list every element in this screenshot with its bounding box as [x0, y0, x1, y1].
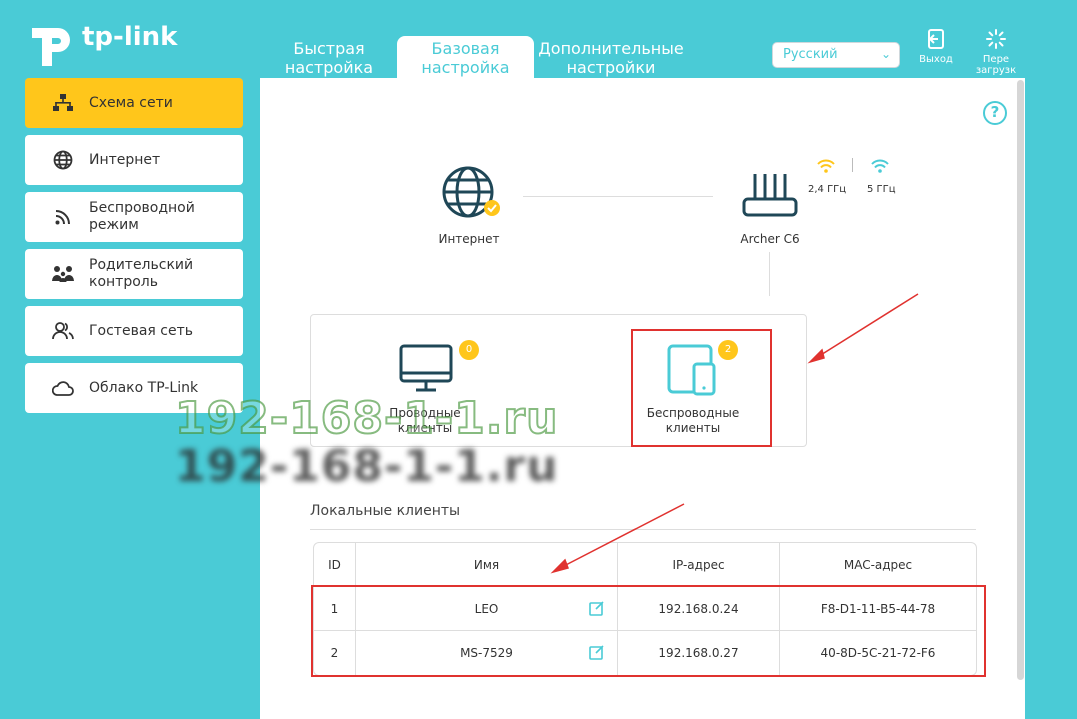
router-label: Archer C6 — [740, 232, 800, 246]
local-clients-title: Локальные клиенты — [310, 503, 461, 519]
tab-basic-setup-line1: Базовая — [431, 39, 500, 58]
tab-quick-setup[interactable]: Быстрая настройка — [278, 36, 380, 78]
connection-line — [769, 252, 770, 296]
column-header-mac: MAC-адрес — [780, 543, 976, 587]
column-header-name: Имя — [356, 543, 618, 587]
wifi-24-indicator — [816, 158, 836, 178]
sidebar-item-label: Беспроводной — [89, 200, 195, 216]
wifi-5-icon — [871, 159, 889, 173]
wifi-icon — [51, 205, 75, 229]
globe-icon — [442, 166, 500, 218]
sidebar-item-label: Схема сети — [89, 94, 173, 111]
band-5-label: 5 ГГц — [867, 184, 896, 195]
language-select[interactable]: Русский ⌄ — [772, 42, 900, 68]
sidebar-item-guest-network[interactable]: Гостевая сеть — [25, 306, 243, 356]
router-icon — [742, 174, 798, 217]
sidebar-item-label-group: Родительский контроль — [89, 257, 193, 291]
scrollbar[interactable] — [1017, 80, 1024, 680]
highlight-box-clients — [311, 585, 986, 677]
tab-advanced-setup[interactable]: Дополнительные настройки — [537, 36, 685, 78]
tp-link-logo: tp-link — [26, 16, 177, 68]
chevron-down-icon: ⌄ — [880, 47, 891, 61]
tab-basic-setup-line2: настройка — [421, 58, 510, 77]
highlight-box-wireless — [631, 329, 772, 447]
guests-icon — [51, 319, 75, 343]
sidebar-item-parental-control[interactable]: Родительский контроль — [25, 249, 243, 299]
sidebar-item-label: Родительский — [89, 257, 194, 273]
sidebar-item-network-map[interactable]: Схема сети — [25, 78, 243, 128]
cloud-icon — [51, 376, 75, 400]
sidebar-item-wireless[interactable]: Беспроводной режим — [25, 192, 243, 242]
sidebar-item-internet[interactable]: Интернет — [25, 135, 243, 185]
logo-text: tp-link — [82, 22, 178, 52]
watermark-shadow: 192-168-1-1.ru — [175, 441, 559, 492]
globe-icon — [51, 148, 75, 172]
band-divider — [852, 158, 853, 172]
watermark: 192-168-1-1.ru — [174, 392, 559, 445]
wired-clients-node[interactable] — [398, 343, 454, 397]
sidebar-item-label: Интернет — [89, 151, 161, 168]
internet-node[interactable] — [441, 166, 503, 224]
tp-link-logo-icon — [26, 16, 78, 68]
tab-quick-setup-line1: Быстрая — [293, 39, 365, 58]
sidebar-item-label: Гостевая сеть — [89, 322, 193, 339]
column-header-ip: IP-адрес — [618, 543, 780, 587]
connection-line — [523, 196, 713, 197]
language-value: Русский — [783, 47, 838, 62]
tab-quick-setup-line2: настройка — [284, 58, 374, 77]
monitor-icon — [399, 344, 453, 392]
wifi-24-icon — [817, 159, 835, 173]
help-icon[interactable]: ? — [983, 101, 1007, 125]
logout-icon — [928, 29, 944, 49]
reboot-icon — [986, 29, 1006, 49]
column-header-id: ID — [314, 543, 356, 587]
reboot-label-line2: загрузк — [975, 65, 1017, 76]
wifi-5-indicator — [870, 158, 890, 178]
internet-label: Интернет — [438, 232, 500, 246]
router-node[interactable] — [741, 172, 799, 222]
tab-advanced-setup-line2: настройки — [566, 58, 656, 77]
sidebar-item-label-line2: контроль — [89, 274, 158, 290]
tab-advanced-setup-line1: Дополнительные — [538, 39, 684, 58]
reboot-label-line1: Пере — [982, 54, 1010, 65]
logout-label: Выход — [919, 54, 953, 65]
section-divider — [310, 529, 976, 530]
logout-button[interactable]: Выход — [912, 28, 960, 65]
network-map-icon — [51, 91, 75, 115]
sidebar-item-label-line2: режим — [89, 217, 139, 233]
band-24-label: 2,4 ГГц — [808, 184, 847, 195]
wired-count-badge: 0 — [459, 340, 479, 360]
sidebar-item-label-group: Беспроводной режим — [89, 200, 195, 234]
tab-basic-setup[interactable]: Базовая настройка — [397, 36, 534, 78]
reboot-button[interactable]: Пере загрузк — [972, 28, 1020, 76]
table-header-row: ID Имя IP-адрес MAC-адрес — [314, 543, 976, 587]
parents-icon — [51, 262, 75, 286]
